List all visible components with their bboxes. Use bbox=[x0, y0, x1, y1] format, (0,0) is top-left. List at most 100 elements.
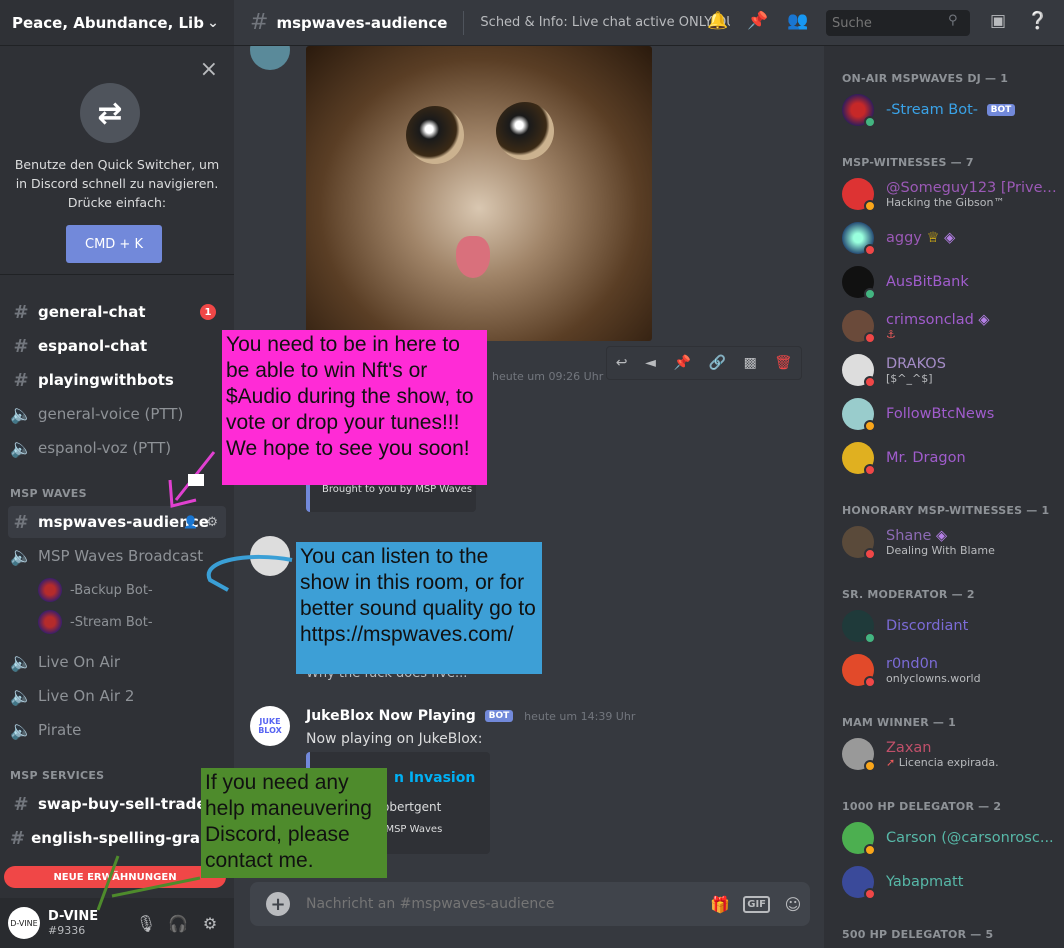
tag-icon[interactable]: ◄ bbox=[645, 355, 656, 371]
gif-button[interactable]: GIF bbox=[743, 895, 770, 913]
member-item[interactable]: crimsonclad ◈ ⚓ bbox=[842, 306, 1062, 346]
avatar bbox=[842, 654, 876, 688]
channel-espanol-voz[interactable]: 🔈 espanol-voz (PTT) bbox=[8, 432, 226, 464]
member-name: FollowBtcNews bbox=[886, 406, 995, 422]
member-group-title: SR. MODERATOR — 2 bbox=[842, 588, 975, 601]
avatar[interactable] bbox=[250, 46, 290, 70]
text-channel-icon: # bbox=[13, 511, 29, 533]
voice-user[interactable]: -Backup Bot- bbox=[38, 576, 153, 604]
member-item[interactable]: -Stream Bot- BOT bbox=[842, 90, 1062, 130]
trash-icon[interactable]: 🗑 bbox=[774, 355, 792, 371]
status-dnd-icon bbox=[864, 548, 876, 560]
channel-live-on-air-2[interactable]: 🔈 Live On Air 2 bbox=[8, 680, 226, 712]
id-icon[interactable]: ▩ bbox=[744, 355, 757, 371]
author-name: JukeBlox Now Playing bbox=[306, 708, 476, 724]
avatar bbox=[38, 578, 62, 602]
member-name: Carson (@carsonrosc... bbox=[886, 830, 1054, 846]
server-header[interactable]: Peace, Abundance, Lib... ⌄ bbox=[0, 0, 234, 46]
avatar[interactable] bbox=[250, 536, 290, 576]
member-item[interactable]: Zaxan ➚ Licencia expirada. bbox=[842, 734, 1062, 774]
gift-icon[interactable]: 🎁 bbox=[703, 895, 737, 914]
channel-swap-buy-sell-trade[interactable]: # swap-buy-sell-trade bbox=[8, 788, 226, 820]
close-icon[interactable]: × bbox=[200, 57, 218, 82]
member-group-title: ON-AIR MSPWAVES DJ — 1 bbox=[842, 72, 1009, 85]
status-dnd-icon bbox=[864, 464, 876, 476]
quick-switcher-text: Benutze den Quick Switcher, um in Discor… bbox=[14, 157, 220, 210]
speaker-icon: 🔈 bbox=[10, 719, 33, 741]
channel-label: swap-buy-sell-trade bbox=[38, 795, 207, 813]
voice-user[interactable]: -Stream Bot- bbox=[38, 608, 153, 636]
status-online-icon bbox=[864, 632, 876, 644]
member-item[interactable]: Shane ◈ Dealing With Blame bbox=[842, 522, 1062, 562]
link-icon[interactable]: 🔗 bbox=[709, 355, 726, 371]
microphone-icon[interactable]: 🎙 bbox=[130, 914, 162, 933]
member-item[interactable]: Yabapmatt bbox=[842, 862, 1062, 902]
member-item[interactable]: FollowBtcNews bbox=[842, 394, 1062, 434]
channel-espanol-chat[interactable]: # espanol-chat bbox=[8, 330, 226, 362]
gear-icon[interactable]: ⚙ bbox=[206, 515, 218, 530]
avatar bbox=[842, 738, 876, 772]
invite-icon[interactable]: 👤 bbox=[183, 515, 198, 529]
member-group-title: HONORARY MSP-WITNESSES — 1 bbox=[842, 504, 1050, 517]
category-msp-waves[interactable]: MSP WAVES bbox=[10, 487, 87, 500]
reply-icon[interactable]: ↩ bbox=[616, 355, 628, 371]
member-item[interactable]: r0nd0n onlyclowns.world bbox=[842, 650, 1062, 690]
embed-title[interactable]: n Invasion bbox=[394, 770, 475, 786]
member-name: DRAKOS bbox=[886, 355, 946, 372]
avatar[interactable]: JUKE BLOX bbox=[250, 706, 290, 746]
members-icon[interactable]: 👥 bbox=[786, 11, 810, 35]
member-group-title: 500 HP DELEGATOR — 5 bbox=[842, 928, 994, 941]
channel-general-voice[interactable]: 🔈 general-voice (PTT) bbox=[8, 398, 226, 430]
avatar[interactable]: D-VINE bbox=[8, 907, 40, 939]
member-item[interactable]: @Someguy123 [Privex... Hacking the Gibson… bbox=[842, 174, 1062, 214]
pin-icon[interactable]: 📌 bbox=[746, 11, 770, 35]
cat-image-attachment[interactable] bbox=[306, 46, 652, 341]
channel-pirate[interactable]: 🔈 Pirate bbox=[8, 714, 226, 746]
chevron-down-icon: ⌄ bbox=[207, 14, 219, 31]
avatar bbox=[842, 822, 876, 856]
shortcut-button[interactable]: CMD + K bbox=[66, 225, 162, 263]
speaker-icon: 🔈 bbox=[10, 545, 33, 567]
message-author[interactable]: JukeBlox Now Playing BOT heute um 14:39 … bbox=[306, 708, 635, 724]
member-item[interactable]: Discordiant bbox=[842, 606, 1062, 646]
plus-icon[interactable]: + bbox=[266, 892, 290, 916]
member-item[interactable]: aggy ♕ ◈ bbox=[842, 218, 1062, 258]
diamond-icon: ◈ bbox=[936, 527, 948, 544]
channel-general-chat[interactable]: # general-chat 1 bbox=[8, 296, 226, 328]
member-name: crimsonclad bbox=[886, 311, 974, 328]
message-input[interactable] bbox=[306, 896, 704, 912]
member-item[interactable]: Mr. Dragon bbox=[842, 438, 1062, 478]
channel-mspwaves-audience[interactable]: # mspwaves-audience 👤 ⚙ bbox=[8, 506, 226, 538]
user-panel: D-VINE D-VINE #9336 🎙 🎧 ⚙ bbox=[0, 898, 234, 948]
channel-msp-waves-broadcast[interactable]: 🔈 MSP Waves Broadcast bbox=[8, 540, 226, 572]
new-mentions-bar[interactable]: NEUE ERWÄHNUNGEN bbox=[4, 866, 226, 888]
member-item[interactable]: Carson (@carsonrosc... bbox=[842, 818, 1062, 858]
avatar bbox=[842, 266, 876, 300]
member-name: Yabapmatt bbox=[886, 874, 964, 890]
category-msp-services[interactable]: MSP SERVICES bbox=[10, 769, 104, 782]
channel-english-spelling-grammar[interactable]: # english-spelling-gramma bbox=[8, 822, 226, 854]
status-online-icon bbox=[864, 116, 876, 128]
text-channel-icon: # bbox=[250, 10, 269, 35]
member-name: Discordiant bbox=[886, 618, 969, 634]
avatar bbox=[842, 526, 876, 560]
status-dnd-icon bbox=[864, 888, 876, 900]
status-dnd-icon bbox=[864, 376, 876, 388]
pin-icon[interactable]: 📌 bbox=[674, 355, 691, 371]
headphones-icon[interactable]: 🎧 bbox=[162, 914, 194, 933]
channel-label: MSP Waves Broadcast bbox=[38, 547, 204, 565]
diamond-icon: ◈ bbox=[978, 311, 990, 328]
member-item[interactable]: DRAKOS [$^_^$] bbox=[842, 350, 1062, 390]
message-timestamp: heute um 09:26 Uhr bbox=[492, 370, 604, 383]
inbox-icon[interactable]: ▣ bbox=[986, 11, 1010, 35]
gear-icon[interactable]: ⚙ bbox=[194, 914, 226, 933]
channel-topic[interactable]: Sched & Info: Live chat active ONLY DU..… bbox=[480, 15, 730, 30]
bell-icon[interactable]: 🔔 bbox=[706, 11, 730, 35]
help-icon[interactable]: ❔ bbox=[1026, 11, 1050, 35]
member-item[interactable]: AusBitBank bbox=[842, 262, 1062, 302]
avatar bbox=[842, 178, 876, 212]
channel-playingwithbots[interactable]: # playingwithbots bbox=[8, 364, 226, 396]
embed-subtitle: obertgent bbox=[382, 800, 442, 814]
emoji-icon[interactable]: ☺ bbox=[776, 895, 810, 914]
channel-live-on-air[interactable]: 🔈 Live On Air bbox=[8, 646, 226, 678]
